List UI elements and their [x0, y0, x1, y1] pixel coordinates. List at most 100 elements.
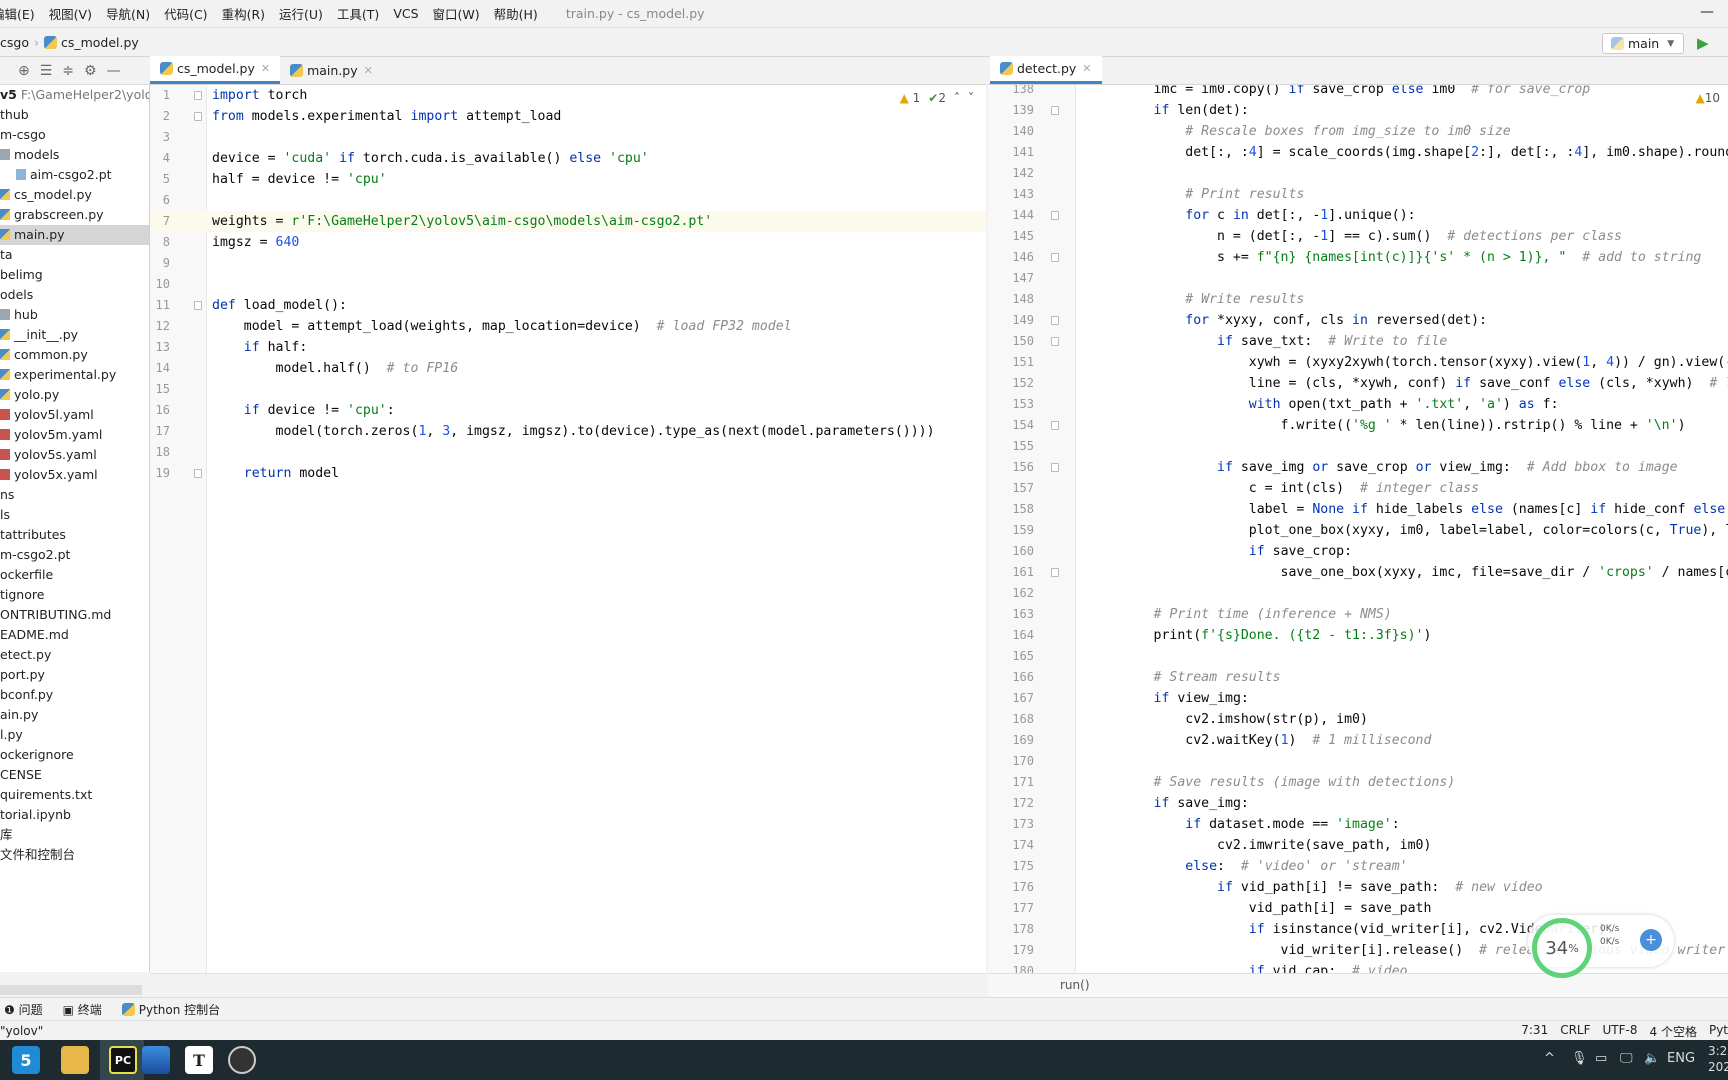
menu-item[interactable]: 帮助(H)	[494, 4, 538, 23]
tree-item[interactable]: CENSE	[0, 765, 149, 785]
chevron-down-icon[interactable]: ˅	[968, 91, 974, 105]
horizontal-scrollbar[interactable]	[0, 985, 142, 995]
close-icon[interactable]: ✕	[364, 64, 373, 77]
menu-item[interactable]: 窗口(W)	[433, 4, 480, 23]
tree-item[interactable]: tattributes	[0, 525, 149, 545]
fold-marker-icon[interactable]	[194, 301, 202, 310]
close-icon[interactable]: ✕	[1082, 62, 1091, 75]
python-console-tool[interactable]: Python 控制台	[121, 1001, 220, 1018]
inspection-widget[interactable]: ▲ 1 ✔2 ˄ ˅	[900, 91, 974, 105]
editor-scroll-area[interactable]	[150, 973, 986, 997]
tree-item[interactable]: __init__.py	[0, 325, 149, 345]
tree-item[interactable]: port.py	[0, 665, 149, 685]
menu-item[interactable]: 运行(U)	[279, 4, 323, 23]
microphone-icon[interactable]: 🎙	[1571, 1051, 1588, 1066]
left-code-editor[interactable]: ▲ 1 ✔2 ˄ ˅ 1 import torch 2 from models.exp…	[150, 85, 986, 973]
fold-marker-icon[interactable]	[194, 112, 202, 121]
tree-item[interactable]: hub	[0, 305, 149, 325]
tree-item[interactable]: 库	[0, 825, 149, 845]
tab-detect[interactable]: detect.py ✕	[990, 56, 1102, 84]
clock[interactable]: 3:2 202	[1708, 1043, 1728, 1075]
tree-item[interactable]: cs_model.py	[0, 185, 149, 205]
file-explorer-icon[interactable]	[61, 1046, 89, 1074]
fold-marker-icon[interactable]	[1051, 211, 1059, 220]
breadcrumb-folder[interactable]: csgo	[0, 35, 29, 50]
tree-item[interactable]: ta	[0, 245, 149, 265]
tree-item[interactable]: thub	[0, 105, 149, 125]
breadcrumb-function[interactable]: run()	[1060, 978, 1090, 992]
hide-icon[interactable]: —	[107, 63, 121, 79]
chevron-up-icon[interactable]: ^	[1544, 1051, 1555, 1066]
fold-marker-icon[interactable]	[1051, 568, 1059, 577]
boost-icon[interactable]: +	[1640, 929, 1662, 951]
close-icon[interactable]: ✕	[261, 62, 270, 75]
tree-item[interactable]: belimg	[0, 265, 149, 285]
line-separator[interactable]: CRLF	[1560, 1023, 1590, 1040]
menu-item[interactable]: 编辑(E)	[0, 4, 35, 23]
menu-item[interactable]: 重构(R)	[222, 4, 265, 23]
tree-item[interactable]: yolov5l.yaml	[0, 405, 149, 425]
tree-item[interactable]: 文件和控制台	[0, 845, 149, 865]
obs-icon[interactable]	[228, 1046, 256, 1074]
tree-item[interactable]: yolov5s.yaml	[0, 445, 149, 465]
tree-item[interactable]: etect.py	[0, 645, 149, 665]
expand-all-icon[interactable]: ☰	[40, 63, 53, 79]
chevron-up-icon[interactable]: ˄	[954, 91, 960, 105]
code-breadcrumb[interactable]: run()	[988, 973, 1728, 997]
tree-item[interactable]: yolo.py	[0, 385, 149, 405]
menu-item[interactable]: 视图(V)	[49, 4, 92, 23]
tree-item[interactable]: aim-csgo2.pt	[0, 165, 149, 185]
file-encoding[interactable]: UTF-8	[1603, 1023, 1638, 1040]
menu-item[interactable]: 工具(T)	[337, 4, 379, 23]
tree-item[interactable]: common.py	[0, 345, 149, 365]
battery-icon[interactable]: ▭	[1595, 1051, 1607, 1066]
terminal-tool[interactable]: ▣ 终端	[63, 1001, 102, 1018]
gear-icon[interactable]: ⚙	[84, 63, 97, 79]
indent-setting[interactable]: 4 个空格	[1650, 1023, 1697, 1040]
typora-icon[interactable]: T	[185, 1046, 213, 1074]
fold-marker-icon[interactable]	[1051, 337, 1059, 346]
tab-main[interactable]: main.py ✕	[280, 56, 383, 84]
tree-item[interactable]: experimental.py	[0, 365, 149, 385]
fold-marker-icon[interactable]	[194, 91, 202, 100]
tree-item[interactable]: v5 F:\GameHelper2\yolov5	[0, 85, 149, 105]
fold-marker-icon[interactable]	[1051, 106, 1059, 115]
tree-item[interactable]: bconf.py	[0, 685, 149, 705]
menu-item[interactable]: 代码(C)	[164, 4, 207, 23]
run-config-dropdown[interactable]: main ▼	[1602, 33, 1684, 54]
photos-icon[interactable]	[142, 1046, 170, 1074]
tree-item[interactable]: l.py	[0, 725, 149, 745]
tree-item[interactable]: EADME.md	[0, 625, 149, 645]
fold-marker-icon[interactable]	[1051, 253, 1059, 262]
tree-item[interactable]: models	[0, 145, 149, 165]
breadcrumb-file[interactable]: cs_model.py	[61, 35, 139, 50]
menu-item[interactable]: 导航(N)	[106, 4, 150, 23]
run-button[interactable]: ▶	[1697, 34, 1709, 52]
network-icon[interactable]: 🖵	[1620, 1051, 1633, 1066]
tree-item[interactable]: ockerfile	[0, 565, 149, 585]
volume-icon[interactable]: 🔈	[1644, 1051, 1660, 1066]
pycharm-icon[interactable]: PC	[109, 1046, 137, 1074]
tree-item[interactable]: ain.py	[0, 705, 149, 725]
tree-item[interactable]: m-csgo	[0, 125, 149, 145]
inspection-widget[interactable]: ▲10	[1695, 91, 1720, 105]
tree-item[interactable]: yolov5x.yaml	[0, 465, 149, 485]
tree-item[interactable]: m-csgo2.pt	[0, 545, 149, 565]
fold-marker-icon[interactable]	[1051, 421, 1059, 430]
menu-item[interactable]: VCS	[393, 6, 418, 21]
tree-item[interactable]: ns	[0, 485, 149, 505]
problems-tool[interactable]: ❶ 问题	[4, 1001, 43, 1018]
fold-marker-icon[interactable]	[1051, 463, 1059, 472]
python-interpreter[interactable]: Pyt	[1709, 1023, 1728, 1040]
tree-item[interactable]: odels	[0, 285, 149, 305]
tree-item[interactable]: grabscreen.py	[0, 205, 149, 225]
fold-marker-icon[interactable]	[194, 469, 202, 478]
fold-marker-icon[interactable]	[1051, 316, 1059, 325]
caret-position[interactable]: 7:31	[1521, 1023, 1548, 1040]
app-5-icon[interactable]: 5	[12, 1046, 40, 1074]
tree-item[interactable]: ockerignore	[0, 745, 149, 765]
tree-item[interactable]: ONTRIBUTING.md	[0, 605, 149, 625]
language-indicator[interactable]: ENG	[1667, 1051, 1695, 1066]
tree-item[interactable]: tignore	[0, 585, 149, 605]
tree-item[interactable]: main.py	[0, 225, 149, 245]
